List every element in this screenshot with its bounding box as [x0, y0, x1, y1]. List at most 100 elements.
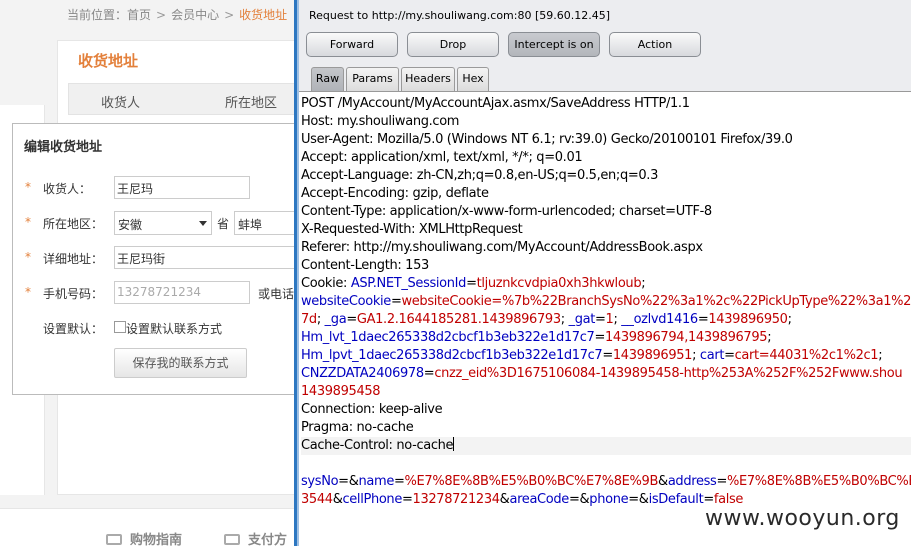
dialog-title: 编辑收货地址: [24, 140, 103, 155]
tab-headers[interactable]: Headers: [401, 67, 455, 91]
burp-proxy-window: Request to http://my.shouliwang.com:80 […: [294, 0, 911, 546]
action-button[interactable]: Action: [609, 32, 701, 57]
receiver-input[interactable]: 王尼玛: [114, 176, 250, 199]
watermark: www.wooyun.org: [705, 506, 900, 531]
request-text: =: [602, 348, 613, 363]
param-key: Hm_lvt_1daec265338d2cbcf1b3eb322e1d17c7: [301, 330, 595, 345]
card-icon: [224, 534, 240, 545]
request-line: Hm_lvt_1daec265338d2cbcf1b3eb322e1d17c7=…: [301, 329, 772, 347]
request-text: =&: [568, 492, 590, 507]
request-line: sysNo=&name=%E7%8E%8B%E5%B0%BC%E7%8E%9B&…: [301, 473, 911, 491]
request-text: Cookie:: [301, 276, 351, 291]
footer: 购物指南 支付方: [0, 508, 300, 546]
breadcrumb-separator: >: [156, 8, 167, 22]
request-text: &: [499, 492, 510, 507]
required-mark: *: [25, 285, 31, 299]
request-text: =: [594, 330, 605, 345]
request-text: =&: [628, 492, 649, 507]
request-text: &: [658, 474, 668, 489]
request-text: =: [423, 366, 435, 381]
province-value: 安徽: [118, 218, 143, 232]
footer-shopping-guide-label: 购物指南: [130, 533, 183, 546]
footer-payment-label: 支付方: [248, 533, 288, 546]
city-value: 蚌埠: [238, 218, 263, 232]
request-line: Accept: application/xml, text/xml, */*; …: [301, 149, 583, 167]
province-select[interactable]: 安徽: [114, 211, 212, 235]
request-line: Content-Type: application/x-www-form-url…: [301, 203, 712, 221]
param-value: 1439896950: [708, 312, 788, 327]
request-line: Hm_lpvt_1daec265338d2cbcf1b3eb322e1d17c7…: [301, 347, 883, 365]
city-select[interactable]: 蚌埠: [234, 211, 300, 235]
request-text: ;: [767, 330, 772, 345]
request-text: =: [697, 312, 709, 327]
footer-shopping-guide[interactable]: 购物指南: [106, 529, 182, 546]
request-text: Host: my.shouliwang.com: [301, 114, 460, 129]
request-text: Connection: keep-alive: [301, 402, 443, 417]
default-checkbox-label[interactable]: 设置默认联系方式: [126, 320, 222, 337]
request-text: ;: [878, 348, 883, 363]
default-checkbox[interactable]: [114, 321, 126, 333]
intercept-toggle-button[interactable]: Intercept is on: [508, 32, 600, 57]
address-row: * 详细地址： 王尼玛街: [13, 246, 300, 270]
param-key: CNZZDATA2406978: [301, 366, 424, 381]
request-line: Accept-Encoding: gzip, deflate: [301, 185, 489, 203]
tab-hex[interactable]: Hex: [457, 67, 489, 91]
column-header-receiver: 收货人: [101, 96, 141, 111]
request-text: Referer: http://my.shouliwang.com/MyAcco…: [301, 240, 703, 255]
request-text: ;: [787, 312, 792, 327]
book-icon: [106, 534, 122, 545]
province-suffix: 省: [217, 217, 230, 231]
param-key: address: [667, 474, 717, 489]
request-text: =: [401, 492, 413, 507]
request-line: Pragma: no-cache: [301, 419, 414, 437]
request-line: X-Requested-With: XMLHttpRequest: [301, 221, 523, 239]
param-key: _gat: [568, 312, 596, 327]
address-table-header: 收货人 所在地区: [68, 83, 300, 115]
save-contact-button[interactable]: 保存我的联系方式: [114, 348, 247, 378]
footer-payment[interactable]: 支付方: [224, 529, 287, 546]
param-value: GA1.2.1644185281.1439896793: [356, 312, 561, 327]
request-text: Content-Length: 153: [301, 258, 429, 273]
request-text: User-Agent: Mozilla/5.0 (Windows NT 6.1;…: [301, 132, 793, 147]
param-value: websiteCookie=%7b%22BranchSysNo%22%3a1%2…: [401, 294, 911, 309]
request-text: Accept-Encoding: gzip, deflate: [301, 186, 489, 201]
param-key: name: [358, 474, 395, 489]
request-text: Accept-Language: zh-CN,zh;q=0.8,en-US;q=…: [301, 168, 659, 183]
request-text: POST /MyAccount/MyAccountAjax.asmx/SaveA…: [301, 96, 690, 111]
request-text: X-Requested-With: XMLHttpRequest: [301, 222, 523, 237]
request-line: CNZZDATA2406978=cnzz_eid%3D1675106084-14…: [301, 365, 903, 383]
request-line: Accept-Language: zh-CN,zh;q=0.8,en-US;q=…: [301, 167, 658, 185]
required-mark: *: [25, 215, 31, 229]
drop-button[interactable]: Drop: [407, 32, 499, 57]
request-text: ;: [692, 348, 700, 363]
request-text: Content-Type: application/x-www-form-url…: [301, 204, 712, 219]
cellphone-input[interactable]: 13278721234: [114, 281, 250, 304]
chevron-down-icon: [199, 221, 207, 226]
param-value: 3544: [301, 492, 333, 507]
breadcrumb-member-center[interactable]: 会员中心: [171, 8, 219, 22]
request-line: Content-Length: 153: [301, 257, 429, 275]
request-editor[interactable]: POST /MyAccount/MyAccountAjax.asmx/SaveA…: [299, 91, 911, 546]
request-line: User-Agent: Mozilla/5.0 (Windows NT 6.1;…: [301, 131, 793, 149]
request-text: =: [594, 312, 606, 327]
param-key: _ga: [324, 312, 347, 327]
default-label: 设置默认：: [43, 322, 104, 336]
request-text: Accept: application/xml, text/xml, */*; …: [301, 150, 583, 165]
tab-params[interactable]: Params: [346, 67, 399, 91]
forward-button[interactable]: Forward: [306, 32, 398, 57]
param-key: areaCode: [509, 492, 569, 507]
address-input[interactable]: 王尼玛街: [114, 246, 300, 269]
request-text: ;: [316, 312, 325, 327]
request-text: =: [390, 294, 402, 309]
phone-row: * 手机号码： 13278721234 或电话: [13, 281, 300, 305]
request-text: =: [703, 492, 714, 507]
param-key: sysNo: [301, 474, 339, 489]
tab-raw[interactable]: Raw: [311, 67, 344, 91]
receiver-label: 收货人：: [43, 182, 92, 196]
request-text: =: [724, 348, 735, 363]
request-line: 3544&cellPhone=13278721234&areaCode=&pho…: [301, 491, 743, 509]
request-info: Request to http://my.shouliwang.com:80 […: [309, 9, 611, 22]
breadcrumb-home[interactable]: 首页: [127, 8, 151, 22]
request-line: Cache-Control: no-cache: [301, 437, 911, 455]
request-line: 1439895458: [301, 383, 381, 401]
